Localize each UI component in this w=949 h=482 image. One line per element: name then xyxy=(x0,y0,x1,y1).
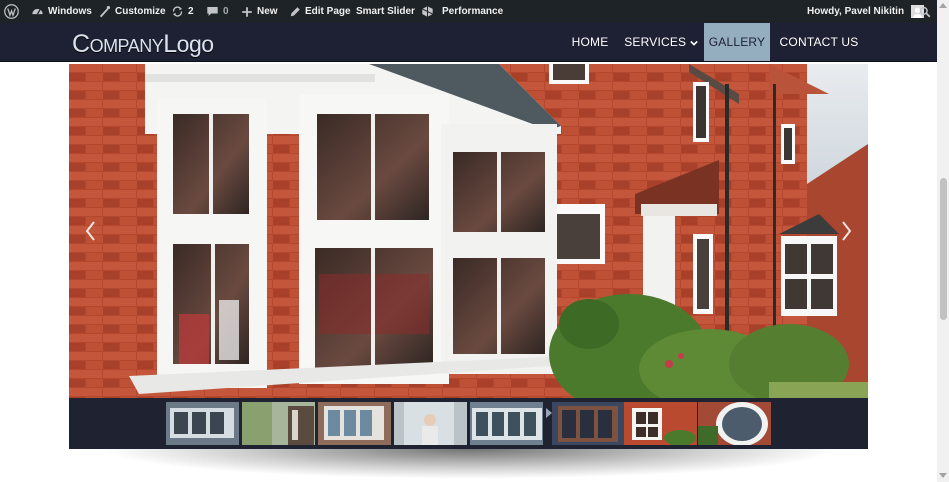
gallery-slider[interactable] xyxy=(69,64,868,398)
smart-slider-link[interactable]: Smart Slider xyxy=(356,0,415,23)
thumbnail-strip xyxy=(69,398,868,449)
site-name-label: Windows xyxy=(48,6,92,17)
brush-icon xyxy=(99,5,111,18)
search-icon[interactable] xyxy=(919,0,931,23)
nav-contact-us[interactable]: CONTACT US xyxy=(773,23,865,61)
dashboard-icon xyxy=(32,8,43,15)
chevron-down-icon xyxy=(690,40,698,46)
scroll-up-arrow-icon[interactable] xyxy=(939,3,947,8)
thumbnail-8[interactable] xyxy=(698,402,771,445)
slider-drop-shadow xyxy=(100,449,840,479)
nav-gallery-label: GALLERY xyxy=(708,35,766,49)
edit-page-label: Edit Page xyxy=(305,6,351,17)
slide-image-bay-window xyxy=(69,64,868,398)
company-logo[interactable]: COMPANYLogo xyxy=(72,30,214,58)
wordpress-logo-icon[interactable] xyxy=(4,0,19,23)
new-content-link[interactable]: New xyxy=(241,0,278,23)
comments-count: 0 xyxy=(223,6,229,17)
nav-home[interactable]: HOME xyxy=(562,23,618,61)
wp-admin-bar: Windows Customize 2 0 New Edit Page Smar… xyxy=(0,0,949,23)
edit-page-link[interactable]: Edit Page xyxy=(289,0,351,23)
site-header: COMPANYLogo HOME SERVICES GALLERY CONTAC… xyxy=(0,23,937,62)
updates-icon xyxy=(172,6,183,17)
thumbnail-7-active[interactable] xyxy=(624,402,697,445)
thumbnail-6[interactable] xyxy=(552,402,625,445)
thumbnail-2[interactable] xyxy=(242,402,315,445)
pencil-icon xyxy=(290,6,300,16)
thumbnail-1[interactable] xyxy=(166,402,239,445)
site-name-link[interactable]: Windows xyxy=(31,0,92,23)
smart-slider-label: Smart Slider xyxy=(356,6,415,17)
new-label: New xyxy=(257,6,278,17)
logo-ompany: OMPANY xyxy=(89,36,164,56)
thumbnail-4[interactable] xyxy=(394,402,467,445)
performance-label: Performance xyxy=(442,6,504,17)
updates-link[interactable]: 2 xyxy=(171,0,194,23)
logo-ogo: ogo xyxy=(176,31,214,57)
performance-link[interactable]: Performance xyxy=(421,0,503,23)
nav-services-label: SERVICES xyxy=(624,35,687,49)
updates-count: 2 xyxy=(188,6,194,17)
nav-gallery[interactable]: GALLERY xyxy=(704,23,770,61)
page-scrollbar-thumb[interactable] xyxy=(940,178,947,320)
thumbnail-5[interactable] xyxy=(470,402,543,445)
comment-icon xyxy=(207,6,218,17)
nav-home-label: HOME xyxy=(571,35,609,49)
thumbnail-3[interactable] xyxy=(318,402,391,445)
slider-prev-arrow-icon[interactable] xyxy=(83,219,99,243)
slider-next-arrow-icon[interactable] xyxy=(838,219,854,243)
comments-link[interactable]: 0 xyxy=(206,0,229,23)
customize-label: Customize xyxy=(115,6,166,17)
my-account-link[interactable]: Howdy, Pavel Nikitin xyxy=(807,0,925,23)
plus-icon xyxy=(242,6,252,17)
performance-icon xyxy=(422,6,433,17)
logo-letter-c: C xyxy=(72,30,90,58)
customize-link[interactable]: Customize xyxy=(98,0,166,23)
nav-services[interactable]: SERVICES xyxy=(621,23,701,61)
nav-contact-us-label: CONTACT US xyxy=(779,35,859,49)
scroll-down-arrow-icon[interactable] xyxy=(939,473,947,478)
howdy-label: Howdy, Pavel Nikitin xyxy=(807,6,905,17)
logo-letter-l: L xyxy=(163,30,177,58)
